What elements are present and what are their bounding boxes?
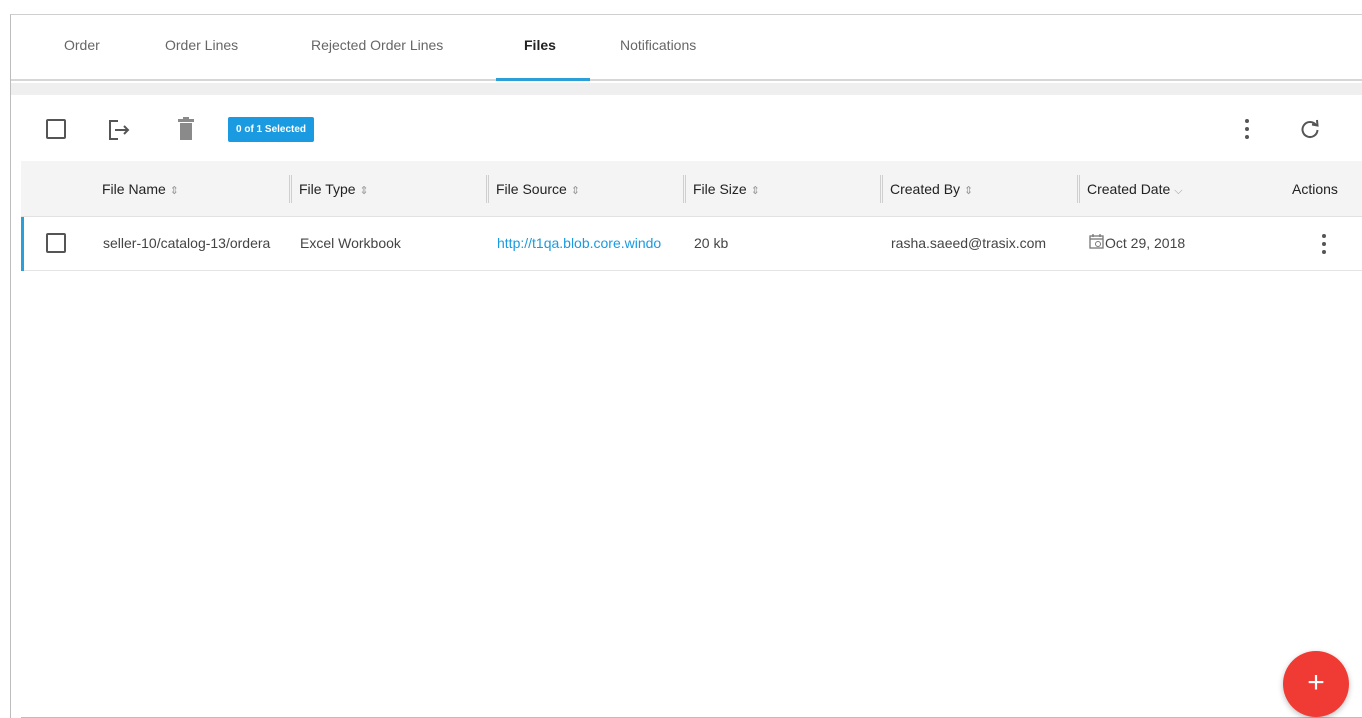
column-header-actions: Actions xyxy=(1292,181,1338,197)
column-header-file-size[interactable]: File Size ⇕ xyxy=(693,181,760,197)
column-header-created-date[interactable]: Created Date ⌵ xyxy=(1087,181,1183,198)
files-grid: 0 of 1 Selected File Name⇕ File Type⇕ xyxy=(21,95,1362,718)
sort-icon: ⇕ xyxy=(359,185,369,197)
select-all-checkbox[interactable] xyxy=(46,119,66,139)
sort-icon: ⇕ xyxy=(570,185,581,197)
export-icon[interactable] xyxy=(107,119,131,146)
column-header-created-by[interactable]: Created By ⇕ xyxy=(890,181,973,197)
tab-files[interactable]: Files xyxy=(524,37,556,53)
row-actions-icon[interactable] xyxy=(1321,233,1327,260)
column-resizer[interactable] xyxy=(1077,175,1080,203)
sort-icon: ⇕ xyxy=(169,185,180,197)
column-header-file-name[interactable]: File Name ⇕ xyxy=(102,181,179,197)
trash-icon[interactable] xyxy=(177,117,195,146)
cell-created-by: rasha.saeed@trasix.com xyxy=(891,235,1047,251)
cell-file-source-link[interactable]: http://t1qa.blob.core.windo xyxy=(497,235,687,251)
row-focus-indicator xyxy=(21,217,24,271)
tab-order-lines[interactable]: Order Lines xyxy=(165,37,238,53)
sort-desc-icon: ⌵ xyxy=(1174,185,1183,197)
table-row[interactable]: seller-10/catalog-13/ordera Excel Workbo… xyxy=(21,217,1362,271)
column-resizer[interactable] xyxy=(289,175,292,203)
cell-created-date: Oct 29, 2018 xyxy=(1105,235,1186,251)
active-tab-indicator xyxy=(496,78,590,81)
tab-notifications[interactable]: Notifications xyxy=(620,37,696,53)
sort-icon: ⇕ xyxy=(964,185,974,197)
add-file-button[interactable]: + xyxy=(1283,651,1349,717)
cell-file-name: seller-10/catalog-13/ordera xyxy=(103,235,271,251)
calendar-icon xyxy=(1089,233,1105,254)
column-resizer[interactable] xyxy=(683,175,686,203)
refresh-icon[interactable] xyxy=(1299,118,1321,145)
order-detail-panel: Order Order Lines Rejected Order Lines F… xyxy=(10,14,1362,718)
grid-toolbar: 0 of 1 Selected xyxy=(21,95,1362,161)
row-checkbox[interactable] xyxy=(46,233,66,253)
tab-order[interactable]: Order xyxy=(64,37,100,53)
tab-gap xyxy=(11,83,1362,95)
more-vert-icon[interactable] xyxy=(1244,118,1250,145)
table-header: File Name ⇕ File Type ⇕ File Source ⇕ File … xyxy=(21,161,1362,217)
column-header-file-type[interactable]: File Type ⇕ xyxy=(299,181,369,197)
tab-rejected-order-lines[interactable]: Rejected Order Lines xyxy=(311,37,443,53)
selection-count-badge: 0 of 1 Selected xyxy=(228,117,315,142)
cell-file-size: 20 kb xyxy=(694,235,729,251)
cell-file-type: Excel Workbook xyxy=(300,235,401,251)
column-resizer[interactable] xyxy=(486,175,489,203)
tab-bar: Order Order Lines Rejected Order Lines F… xyxy=(11,15,1362,81)
column-header-file-source[interactable]: File Source ⇕ xyxy=(496,181,580,197)
column-resizer[interactable] xyxy=(880,175,883,203)
sort-icon: ⇕ xyxy=(750,185,760,197)
